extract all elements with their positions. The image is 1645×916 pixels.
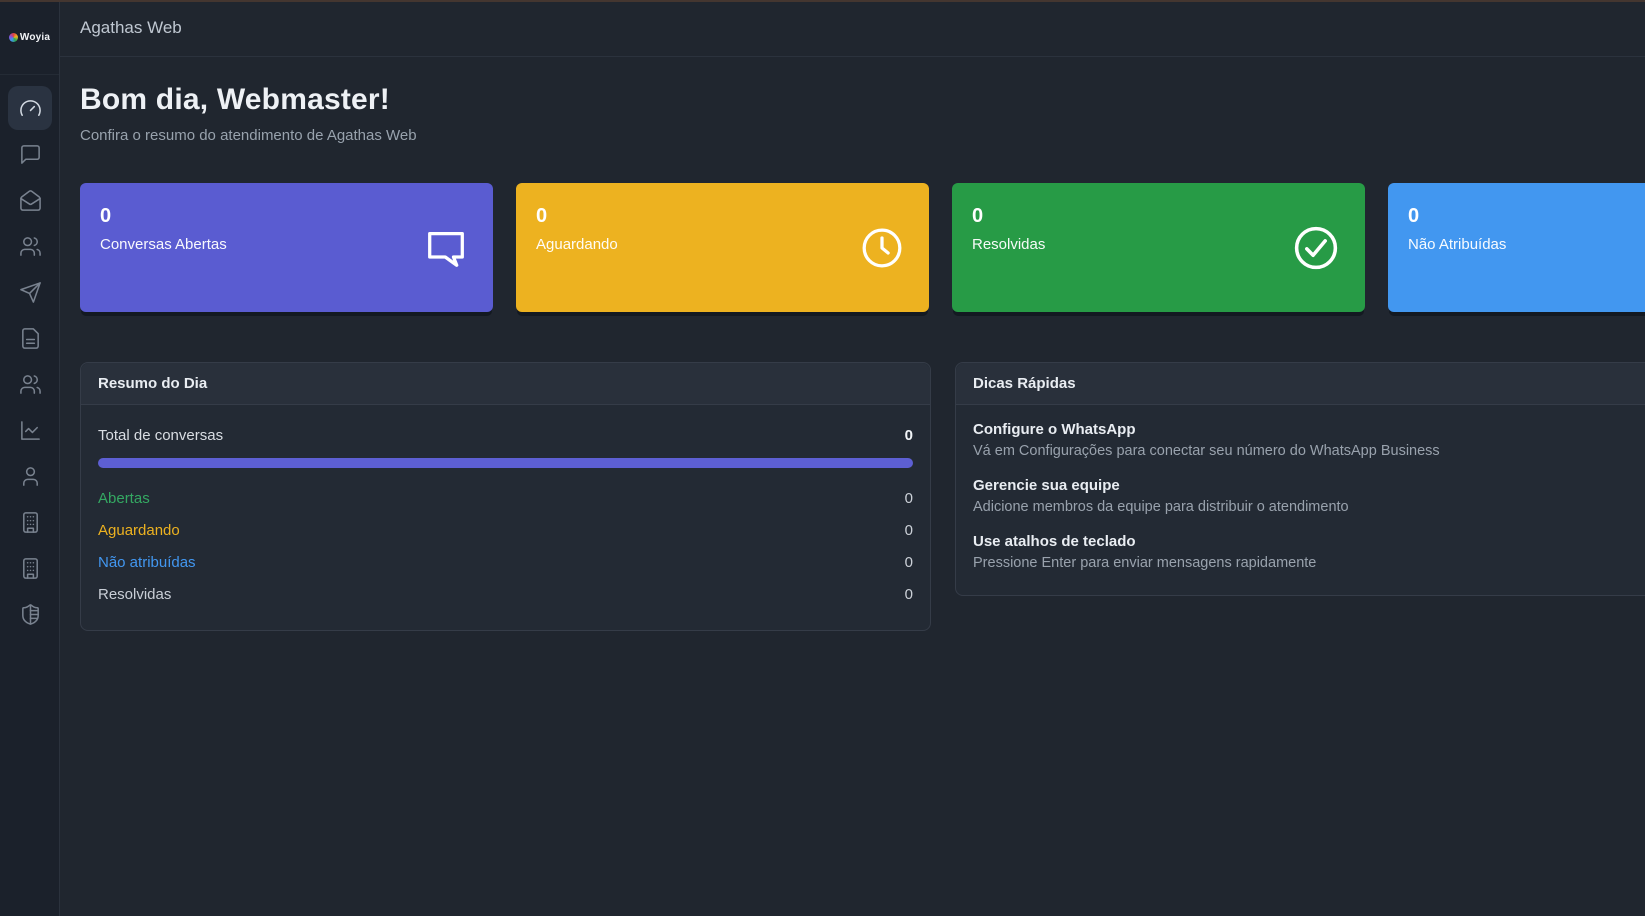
chat-bubble-icon [423, 225, 469, 271]
total-conversations-row: Total de conversas 0 [98, 421, 913, 458]
panel-title: Resumo do Dia [81, 363, 930, 405]
summary-row-open: Abertas 0 [98, 482, 913, 514]
stat-label: Resolvidas [972, 236, 1345, 253]
greeting-block: Bom dia, Webmaster! Confira o resumo do … [60, 57, 1645, 144]
sidebar-item-documents[interactable] [8, 316, 52, 360]
stat-card-unassigned[interactable]: 0 Não Atribuídas [1388, 183, 1645, 312]
tip-description: Pressione Enter para enviar mensagens ra… [973, 555, 1645, 571]
stat-card-waiting[interactable]: 0 Aguardando [516, 183, 929, 312]
sidebar: Woyia [0, 0, 60, 916]
stat-value: 0 [972, 205, 1345, 228]
sidebar-item-security[interactable] [8, 592, 52, 636]
stat-label: Aguardando [536, 236, 909, 253]
users-icon [19, 373, 42, 396]
sidebar-item-campaigns[interactable] [8, 270, 52, 314]
gauge-icon [19, 97, 42, 120]
shield-icon [19, 603, 42, 626]
sidebar-item-dashboard[interactable] [8, 86, 52, 130]
tip-title: Configure o WhatsApp [973, 421, 1645, 438]
chat-bubble-icon [19, 143, 42, 166]
stat-cards-row: 0 Conversas Abertas 0 Aguardando 0 Resol… [80, 183, 1645, 312]
summary-row-unassigned: Não atribuídas 0 [98, 546, 913, 578]
top-header: Agathas Web [60, 0, 1645, 57]
stat-card-resolved[interactable]: 0 Resolvidas [952, 183, 1365, 312]
document-icon [19, 327, 42, 350]
panel-title: Dicas Rápidas [956, 363, 1645, 405]
row-value: 0 [905, 522, 913, 539]
tip-description: Adicione membros da equipe para distribu… [973, 499, 1645, 515]
row-label: Aguardando [98, 522, 180, 539]
daily-summary-body: Total de conversas 0 Abertas 0 Aguardand… [81, 405, 930, 630]
tip-title: Use atalhos de teclado [973, 533, 1645, 550]
tip-manage-team: Gerencie sua equipe Adicione membros da … [973, 477, 1645, 515]
row-value: 0 [905, 554, 913, 571]
stat-value: 0 [1408, 205, 1645, 228]
row-label: Abertas [98, 490, 150, 507]
tip-keyboard-shortcuts: Use atalhos de teclado Pressione Enter p… [973, 533, 1645, 571]
page-title: Bom dia, Webmaster! [80, 83, 1645, 117]
row-label: Resolvidas [98, 586, 171, 603]
sidebar-item-agents[interactable] [8, 454, 52, 498]
quick-tips-panel: Dicas Rápidas Configure o WhatsApp Vá em… [955, 362, 1645, 596]
stat-label: Não Atribuídas [1408, 236, 1645, 253]
users-icon [19, 235, 42, 258]
account-title: Agathas Web [80, 18, 182, 38]
total-value: 0 [905, 427, 913, 444]
summary-row-waiting: Aguardando 0 [98, 514, 913, 546]
row-value: 0 [905, 490, 913, 507]
row-label: Não atribuídas [98, 554, 196, 571]
tip-title: Gerencie sua equipe [973, 477, 1645, 494]
line-chart-icon [19, 419, 42, 442]
envelope-open-icon [19, 189, 42, 212]
sidebar-item-reports[interactable] [8, 408, 52, 452]
logo-container: Woyia [0, 0, 59, 75]
panels-row: Resumo do Dia Total de conversas 0 Abert… [80, 362, 1645, 631]
summary-row-resolved: Resolvidas 0 [98, 578, 913, 610]
main-content: Bom dia, Webmaster! Confira o resumo do … [60, 57, 1645, 916]
brand-logo[interactable]: Woyia [9, 32, 50, 43]
sidebar-item-departments[interactable] [8, 546, 52, 590]
clock-icon [859, 225, 905, 271]
stat-card-open-conversations[interactable]: 0 Conversas Abertas [80, 183, 493, 312]
brand-logo-icon [9, 33, 18, 42]
conversations-progress-bar [98, 458, 913, 468]
brand-logo-text: Woyia [20, 32, 50, 43]
sidebar-item-teams[interactable] [8, 362, 52, 406]
total-label: Total de conversas [98, 427, 223, 444]
sidebar-nav [8, 86, 52, 636]
sidebar-item-company[interactable] [8, 500, 52, 544]
page-subtitle: Confira o resumo do atendimento de Agath… [80, 127, 1645, 144]
sidebar-item-conversations[interactable] [8, 132, 52, 176]
tip-configure-whatsapp: Configure o WhatsApp Vá em Configurações… [973, 421, 1645, 459]
building-icon [19, 557, 42, 580]
paper-plane-icon [19, 281, 42, 304]
building-icon [19, 511, 42, 534]
daily-summary-panel: Resumo do Dia Total de conversas 0 Abert… [80, 362, 931, 631]
check-circle-icon [1291, 223, 1341, 273]
row-value: 0 [905, 586, 913, 603]
tip-description: Vá em Configurações para conectar seu nú… [973, 443, 1645, 459]
stat-label: Conversas Abertas [100, 236, 473, 253]
stat-value: 0 [100, 205, 473, 228]
sidebar-item-inbox[interactable] [8, 178, 52, 222]
sidebar-item-contacts[interactable] [8, 224, 52, 268]
stat-value: 0 [536, 205, 909, 228]
user-icon [19, 465, 42, 488]
window-top-edge [0, 0, 1645, 2]
quick-tips-body: Configure o WhatsApp Vá em Configurações… [956, 405, 1645, 595]
